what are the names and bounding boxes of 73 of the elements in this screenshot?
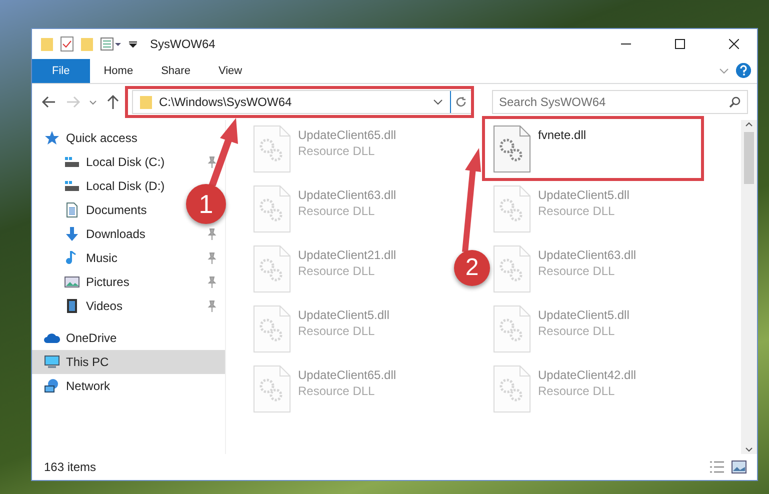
computer-icon — [44, 354, 60, 370]
download-icon — [64, 226, 80, 242]
dll-file-icon — [252, 184, 292, 234]
ribbon-tab[interactable]: View — [204, 59, 256, 83]
folder-icon — [139, 94, 153, 110]
file-type: Resource DLL — [538, 264, 616, 278]
sidebar-item[interactable]: Videos — [32, 294, 128, 318]
file-type: Resource DLL — [538, 324, 616, 338]
file-name: UpdateClient65.dll — [298, 368, 396, 382]
ribbon-tab[interactable]: Share — [147, 59, 204, 83]
star-icon — [44, 130, 60, 146]
item-count: 163 items — [44, 460, 98, 474]
folder-icon — [40, 36, 54, 52]
properties-icon[interactable] — [60, 36, 74, 52]
sidebar-item[interactable]: Documents — [32, 198, 153, 222]
search-field[interactable]: Search SysWOW64 — [492, 90, 748, 114]
dll-file-icon — [252, 124, 292, 174]
details-view-icon[interactable] — [709, 460, 725, 474]
dll-file-icon — [492, 364, 532, 414]
file-name: UpdateClient63.dll — [298, 188, 396, 202]
layout-icon[interactable] — [100, 37, 122, 51]
sidebar-item[interactable]: This PC — [32, 350, 225, 374]
file-name: UpdateClient65.dll — [298, 128, 396, 142]
file-name: UpdateClient63.dll — [538, 248, 636, 262]
dll-file-icon — [492, 124, 532, 174]
sidebar-item[interactable]: Local Disk (D:) — [32, 174, 171, 198]
picture-icon — [64, 274, 80, 290]
drive-icon — [64, 178, 80, 194]
file-name: UpdateClient42.dll — [538, 368, 636, 382]
ribbon-tab[interactable]: File — [32, 59, 90, 83]
file-name: UpdateClient21.dll — [298, 248, 396, 262]
network-icon — [44, 378, 60, 394]
pointer-arrow — [206, 118, 240, 186]
maximize-icon — [675, 39, 685, 49]
scrollbar[interactable] — [741, 120, 757, 454]
file-type: Resource DLL — [298, 324, 376, 338]
file-type: Resource DLL — [298, 264, 376, 278]
file-type: Resource DLL — [538, 384, 616, 398]
address-field[interactable]: C:\Windows\SysWOW64 — [132, 90, 472, 114]
large-icons-view-icon[interactable] — [731, 460, 747, 474]
sidebar-item[interactable]: Music — [32, 246, 124, 270]
sidebar-item[interactable]: Downloads — [32, 222, 152, 246]
file-type: Resource DLL — [298, 384, 376, 398]
dll-file-icon — [252, 304, 292, 354]
file-item[interactable]: fvnete.dll — [492, 124, 692, 174]
close-icon — [729, 39, 739, 49]
file-type: Resource DLL — [538, 204, 616, 218]
dll-file-icon — [492, 244, 532, 294]
window-title: SysWOW64 — [150, 37, 216, 51]
file-name: UpdateClient5.dll — [298, 308, 390, 322]
sidebar-item[interactable]: Local Disk (C:) — [32, 150, 171, 174]
sidebar-item[interactable]: Network — [32, 374, 116, 398]
file-name: fvnete.dll — [538, 128, 586, 142]
file-name: UpdateClient5.dll — [538, 308, 630, 322]
file-type: Resource DLL — [298, 204, 376, 218]
sidebar-item[interactable]: Pictures — [32, 270, 136, 294]
file-name: UpdateClient5.dll — [538, 188, 630, 202]
dll-file-icon — [252, 244, 292, 294]
document-icon — [64, 202, 80, 218]
video-icon — [64, 298, 80, 314]
dropdown-icon[interactable] — [128, 39, 138, 49]
dll-file-icon — [492, 184, 532, 234]
scroll-thumb[interactable] — [744, 132, 754, 184]
sidebar-item[interactable]: Quick access — [32, 126, 144, 150]
dll-file-icon — [252, 364, 292, 414]
drive-icon — [64, 154, 80, 170]
refresh-icon — [455, 96, 467, 108]
dll-file-icon — [492, 304, 532, 354]
help-icon[interactable] — [736, 63, 751, 78]
search-icon — [729, 96, 741, 108]
file-type: Resource DLL — [298, 144, 376, 158]
sidebar-item[interactable]: OneDrive — [32, 326, 123, 350]
ribbon-tab[interactable]: Home — [90, 59, 148, 83]
